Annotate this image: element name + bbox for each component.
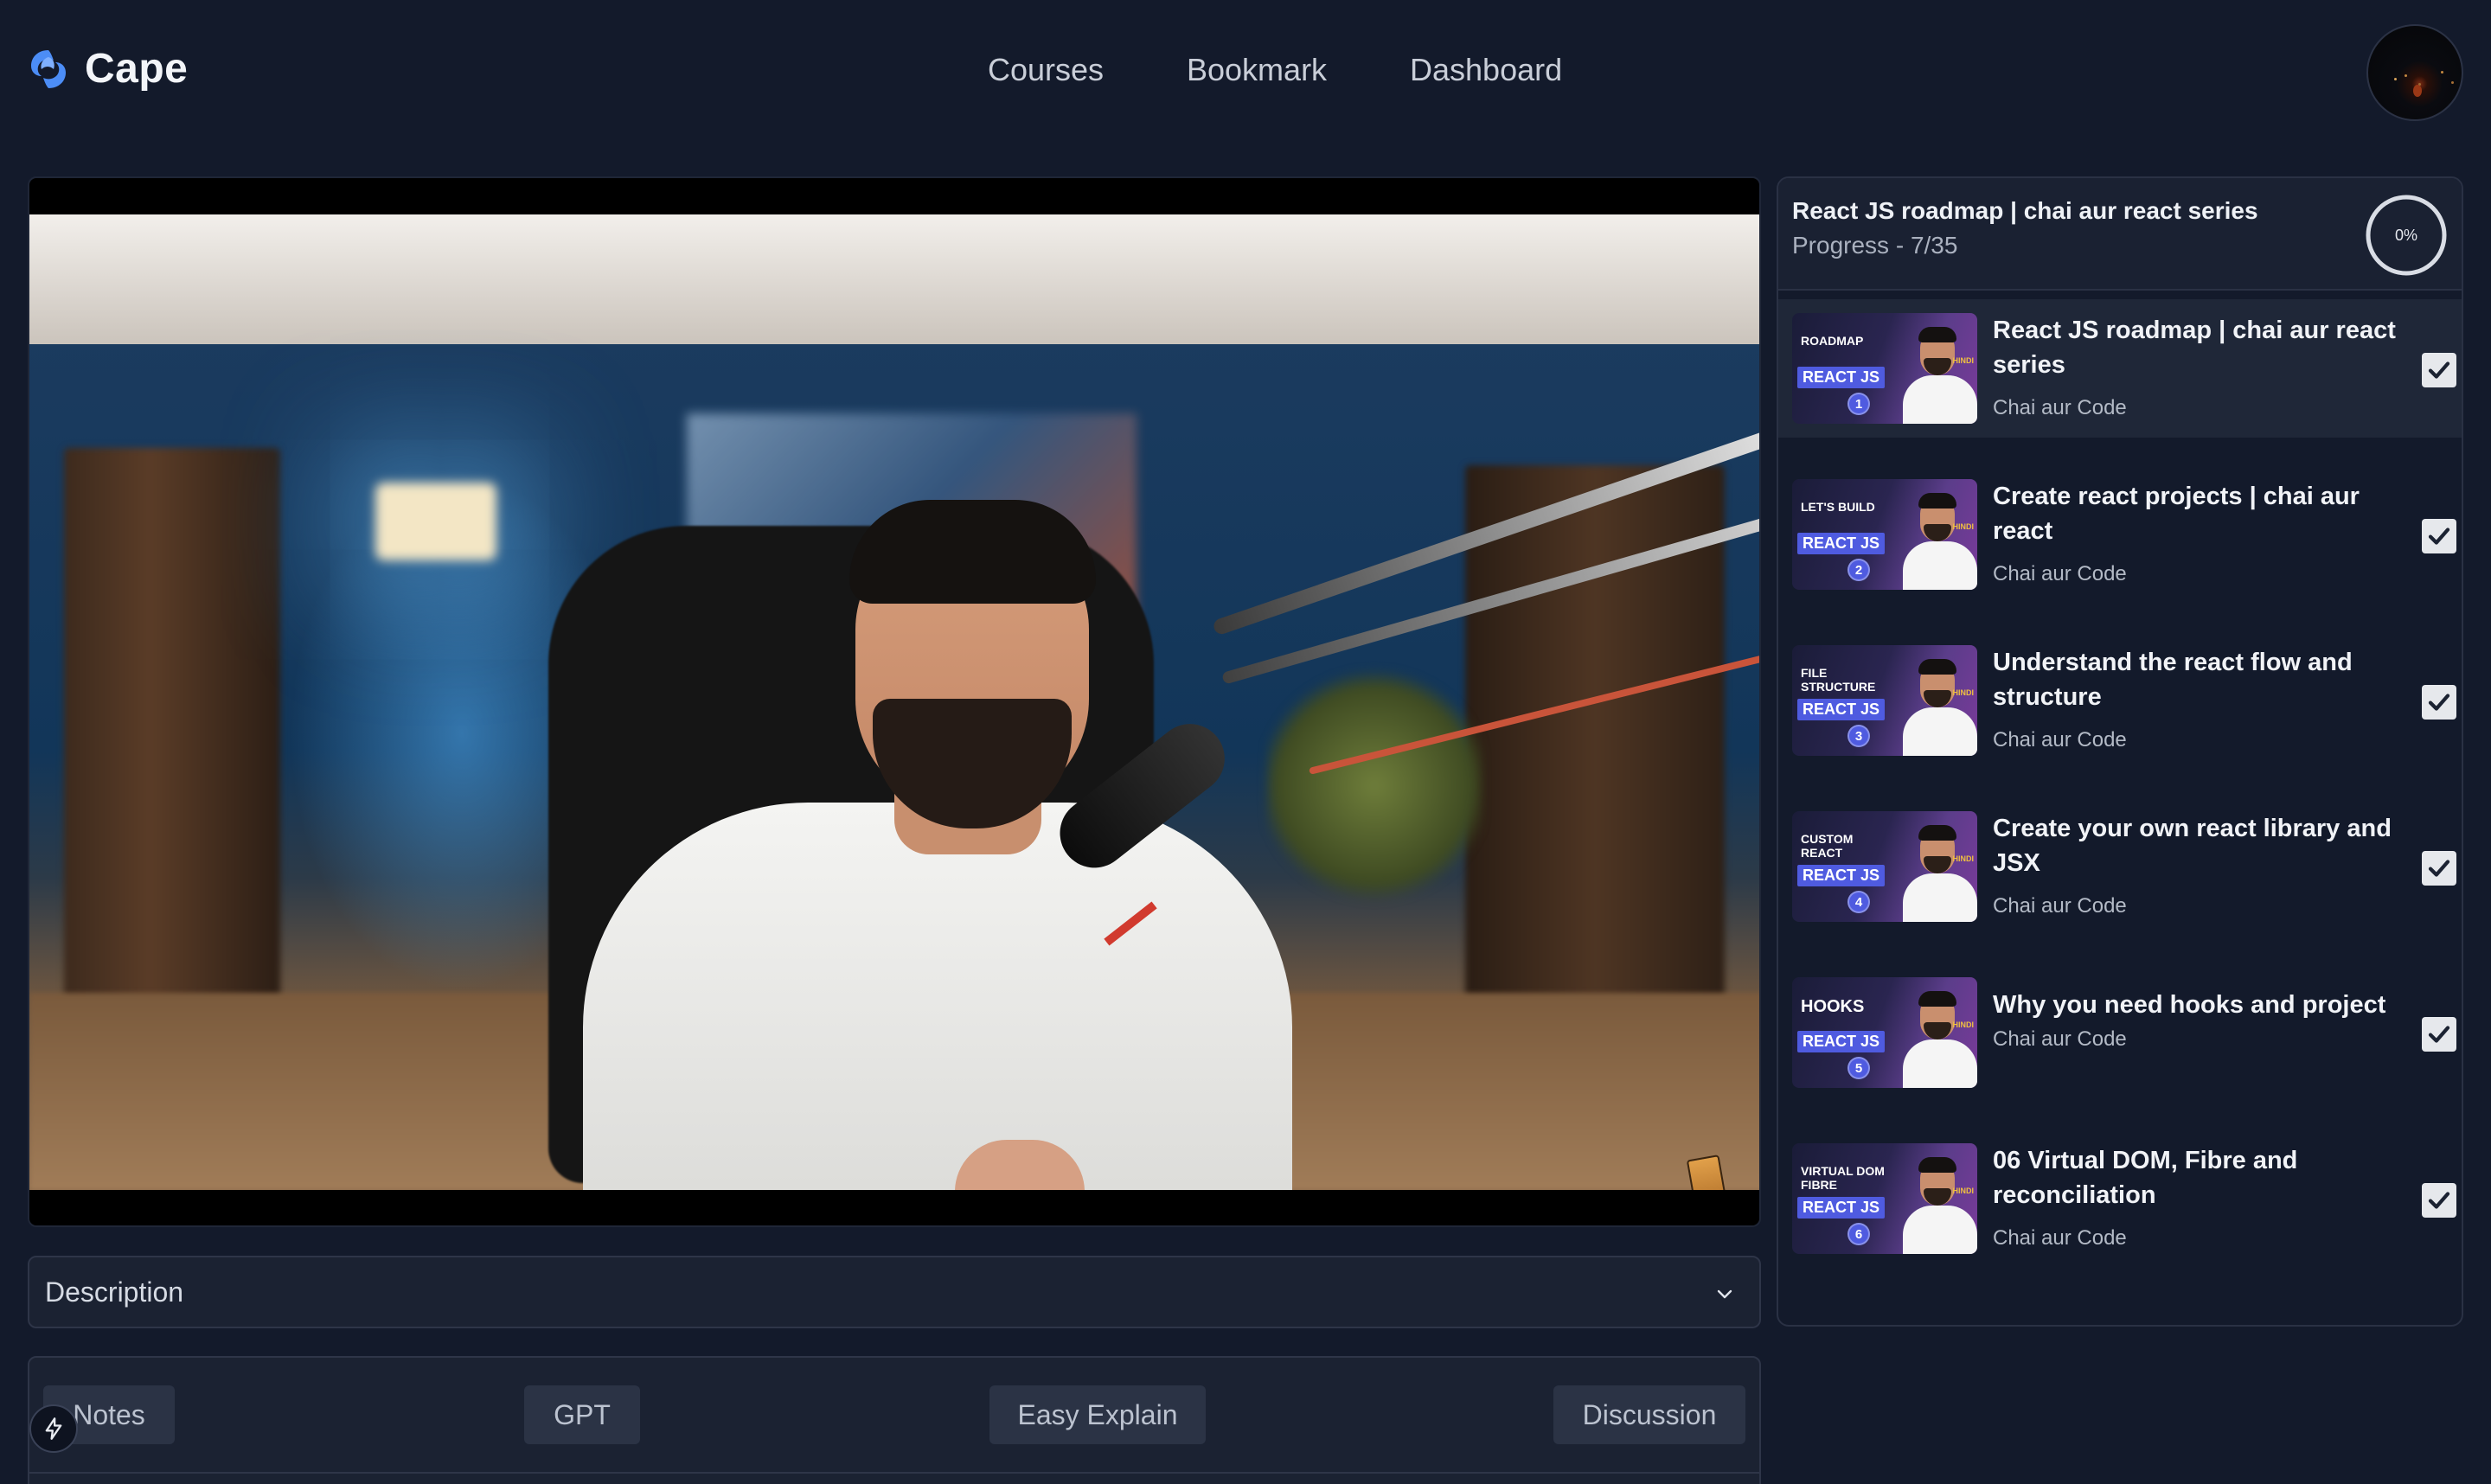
instructor-image: [1903, 488, 1977, 590]
tabs-divider: [29, 1472, 1759, 1474]
thumbnail-number: 6: [1847, 1223, 1870, 1245]
playlist-item[interactable]: LET'S BUILD REACT JS 2 HINDI Create react pr…: [1778, 465, 2462, 604]
video-thumbnail: HOOKS REACT JS 5 HINDI: [1792, 977, 1977, 1088]
thumbnail-badge: REACT JS: [1797, 699, 1886, 720]
thumbnail-hindi-label: HINDI: [1952, 522, 1975, 531]
checkmark-icon: [2428, 528, 2450, 545]
nav-courses[interactable]: Courses: [988, 52, 1104, 88]
item-channel: Chai aur Code: [1993, 728, 2127, 752]
item-title: React JS roadmap | chai aur react series: [1993, 317, 2396, 379]
quick-action-button[interactable]: [29, 1404, 78, 1453]
instructor-image: [1903, 986, 1977, 1088]
playlist-panel: React JS roadmap | chai aur react series…: [1777, 176, 2463, 1327]
thumbnail-hindi-label: HINDI: [1952, 356, 1975, 365]
checkmark-icon: [2428, 1026, 2450, 1043]
video-thumbnail: LET'S BUILD REACT JS 2 HINDI: [1792, 479, 1977, 590]
thumbnail-label: FILE STRUCTURE: [1801, 666, 1876, 694]
instructor-image: [1903, 654, 1977, 756]
completed-checkbox[interactable]: [2422, 685, 2456, 720]
playlist-item[interactable]: HOOKS REACT JS 5 HINDI Why you need hooks an…: [1778, 963, 2462, 1102]
top-nav-bar: Cape Courses Bookmark Dashboard: [0, 0, 2491, 145]
playlist-progress: Progress - 7/35: [1792, 232, 1957, 259]
chevron-down-icon: [1717, 1289, 1732, 1299]
description-accordion[interactable]: Description: [28, 1256, 1761, 1328]
thumbnail-badge: REACT JS: [1797, 1031, 1886, 1052]
item-channel: Chai aur Code: [1993, 1226, 2127, 1250]
playlist-item[interactable]: FILE STRUCTURE REACT JS 3 HINDI Understand t…: [1778, 631, 2462, 770]
checkmark-icon: [2428, 361, 2450, 379]
checkmark-icon: [2428, 1192, 2450, 1209]
item-title: 06 Virtual DOM, Fibre and reconciliation: [1993, 1147, 2298, 1209]
completed-checkbox[interactable]: [2422, 519, 2456, 553]
description-label: Description: [45, 1276, 184, 1308]
thumbnail-label: LET'S BUILD: [1801, 500, 1875, 514]
main-nav: Courses Bookmark Dashboard: [0, 52, 2491, 93]
thumbnail-number: 3: [1847, 725, 1870, 747]
progress-percent: 0%: [2394, 226, 2417, 244]
video-thumbnail: ROADMAP REACT JS 1 HINDI: [1792, 313, 1977, 424]
thumbnail-badge: REACT JS: [1797, 1197, 1886, 1219]
nav-bookmark[interactable]: Bookmark: [1187, 52, 1327, 88]
video-thumbnail: VIRTUAL DOM FIBRE REACT JS 6 HINDI: [1792, 1143, 1977, 1254]
thumbnail-number: 2: [1847, 559, 1870, 581]
user-avatar[interactable]: [2366, 24, 2463, 121]
thumbnail-label: ROADMAP: [1801, 334, 1864, 348]
completed-checkbox[interactable]: [2422, 1183, 2456, 1218]
tab-gpt[interactable]: GPT: [524, 1385, 640, 1444]
thumbnail-label: HOOKS: [1801, 997, 1865, 1016]
item-channel: Chai aur Code: [1993, 396, 2127, 419]
checkmark-icon: [2428, 860, 2450, 877]
thumbnail-label: CUSTOM REACT: [1801, 832, 1854, 860]
video-frame: [29, 214, 1759, 1190]
tab-easy-explain[interactable]: Easy Explain: [989, 1385, 1206, 1444]
item-title: Understand the react flow and structure: [1993, 649, 2353, 711]
completed-checkbox[interactable]: [2422, 851, 2456, 886]
instructor-image: [1903, 1152, 1977, 1254]
instructor-image: [1903, 322, 1977, 424]
tabs-panel: Notes GPT Easy Explain Discussion: [28, 1356, 1761, 1484]
thumbnail-hindi-label: HINDI: [1952, 1187, 1975, 1195]
thumbnail-badge: REACT JS: [1797, 367, 1886, 388]
thumbnail-number: 4: [1847, 891, 1870, 913]
thumbnail-hindi-label: HINDI: [1952, 1020, 1975, 1029]
instructor-image: [1903, 820, 1977, 922]
thumbnail-badge: REACT JS: [1797, 533, 1886, 554]
playlist-title: React JS roadmap | chai aur react series: [1792, 197, 2258, 224]
item-title: Why you need hooks and project: [1993, 991, 2386, 1019]
thumbnail-label: VIRTUAL DOM FIBRE: [1801, 1164, 1885, 1192]
completed-checkbox[interactable]: [2422, 1017, 2456, 1052]
nav-dashboard[interactable]: Dashboard: [1410, 52, 1562, 88]
playlist-item[interactable]: CUSTOM REACT REACT JS 4 HINDI Create your ow…: [1778, 797, 2462, 936]
video-player[interactable]: [28, 176, 1761, 1227]
thumbnail-badge: REACT JS: [1797, 865, 1886, 886]
thumbnail-number: 1: [1847, 393, 1870, 415]
progress-label: Progress -: [1792, 232, 1905, 259]
item-title: Create your own react library and JSX: [1993, 815, 2392, 877]
playlist-item[interactable]: ROADMAP REACT JS 1 HINDI React JS roadmap | …: [1778, 299, 2462, 438]
checkmark-icon: [2428, 694, 2450, 711]
thumbnail-hindi-label: HINDI: [1952, 688, 1975, 697]
thumbnail-hindi-label: HINDI: [1952, 854, 1975, 863]
item-channel: Chai aur Code: [1993, 894, 2127, 918]
thumbnail-number: 5: [1847, 1057, 1870, 1079]
item-channel: Chai aur Code: [1993, 1027, 2127, 1051]
progress-count: 7/35: [1910, 232, 1958, 259]
item-channel: Chai aur Code: [1993, 562, 2127, 585]
video-thumbnail: CUSTOM REACT REACT JS 4 HINDI: [1792, 811, 1977, 922]
video-thumbnail: FILE STRUCTURE REACT JS 3 HINDI: [1792, 645, 1977, 756]
playlist-header: React JS roadmap | chai aur react series…: [1778, 178, 2462, 291]
playlist-item[interactable]: VIRTUAL DOM FIBRE REACT JS 6 HINDI 06 Virtua…: [1778, 1129, 2462, 1268]
completed-checkbox[interactable]: [2422, 353, 2456, 387]
tab-discussion[interactable]: Discussion: [1553, 1385, 1745, 1444]
item-title: Create react projects | chai aur react: [1993, 483, 2360, 545]
lightning-icon: [45, 1417, 62, 1440]
